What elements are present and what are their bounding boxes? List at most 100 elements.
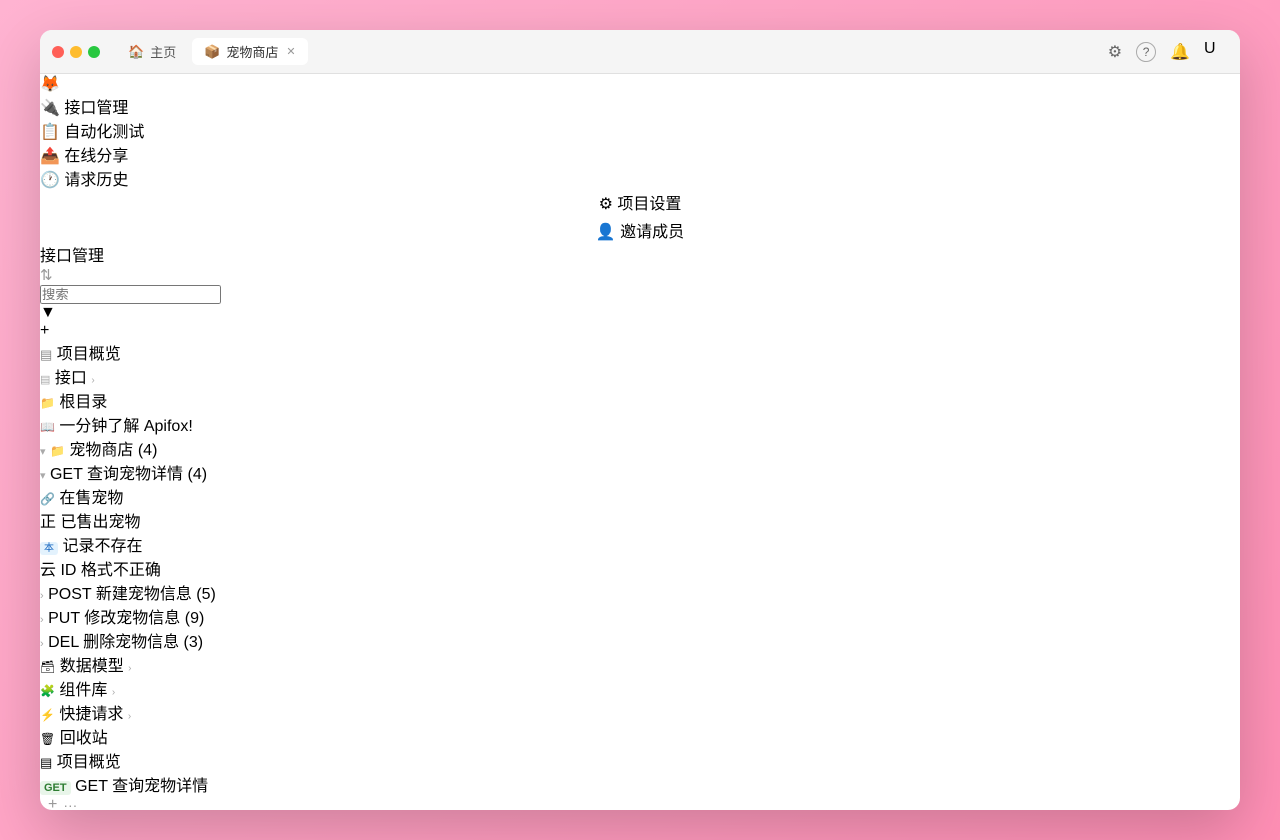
file-sidebar-header: 接口管理 ⇅ (40, 242, 1240, 285)
sidebar-item-auto-test-label: 自动化测试 (64, 124, 144, 141)
put-expand-icon: › (40, 614, 44, 626)
settings-sidebar-icon: ⚙ (599, 196, 613, 213)
interface-icon: ▤ (40, 374, 50, 386)
sort-icon[interactable]: ⇅ (40, 267, 53, 284)
home-icon: 🏠 (128, 44, 144, 60)
titlebar-actions: ⚙ ? 🔔 U (1108, 40, 1228, 64)
sidebar-item-auto-test[interactable]: 📋 自动化测试 (40, 118, 1240, 142)
doc-icon: 📖 (40, 420, 55, 434)
icon-sidebar: 🦊 🔌 接口管理 📋 自动化测试 📤 在线分享 🕐 请求历史 ⚙ 项目设置 (40, 74, 1240, 242)
sidebar-item-invite[interactable]: 👤 邀请成员 (596, 218, 684, 242)
component-icon: 🧩 (40, 684, 55, 698)
tab-project-overview[interactable]: ▤ 项目概览 (40, 748, 1240, 772)
file-sidebar-title: 接口管理 (40, 248, 104, 265)
tree-item-pet-shop[interactable]: ▾ 📁 宠物商店 (4) (40, 436, 1240, 460)
get-tab-icon: GET (40, 781, 71, 795)
overview-icon: ▤ (40, 347, 52, 362)
tab-close-icon[interactable]: ✕ (286, 45, 295, 58)
post-method-badge: POST (48, 586, 91, 603)
sidebar-item-online-share-label: 在线分享 (64, 148, 128, 165)
more-tabs-icon[interactable]: ··· (63, 797, 77, 810)
del-expand-icon: › (40, 638, 44, 650)
maximize-button[interactable] (88, 46, 100, 58)
get-item-expand-icon: ▾ (40, 470, 46, 482)
tree-item-del-pet[interactable]: › DEL 删除宠物信息 (3) (40, 628, 1240, 652)
main-content: ▤ 项目概览 GET GET 查询宠物详情 + ··· ☁ 云端 Mock ▾ (40, 748, 1240, 810)
search-input[interactable] (40, 285, 221, 304)
sidebar-item-settings-label: 项目设置 (617, 196, 681, 213)
notexist-badge: 本 (40, 542, 58, 555)
tab-home-label: 主页 (150, 42, 176, 61)
close-button[interactable] (52, 46, 64, 58)
sidebar-item-settings[interactable]: ⚙ 项目设置 (599, 190, 682, 214)
minimize-button[interactable] (70, 46, 82, 58)
get-method-badge: GET (50, 466, 83, 483)
sidebar-item-invite-label: 邀请成员 (620, 224, 684, 241)
chevron-right-icon: › (91, 375, 94, 386)
tree-item-overview[interactable]: ▤ 项目概览 (40, 340, 1240, 364)
folder-icon-2: 📁 (50, 444, 65, 458)
history-icon: 🕐 (40, 172, 60, 189)
auto-test-icon: 📋 (40, 124, 60, 141)
petshop-icon: 📦 (204, 44, 220, 60)
project-overview-tab-label: 项目概览 (57, 754, 121, 771)
add-tab-icon[interactable]: + (48, 796, 57, 810)
avatar[interactable]: U (1204, 40, 1228, 64)
folder-icon: 📁 (40, 396, 55, 410)
sidebar-item-history-label: 请求历史 (64, 172, 128, 189)
tree-item-apifox-intro[interactable]: 📖 一分钟了解 Apifox! (40, 412, 1240, 436)
folder-open-icon: ▾ (40, 446, 46, 458)
sidebar-item-history[interactable]: 🕐 请求历史 (40, 166, 1240, 190)
file-sidebar: 接口管理 ⇅ ▼ + ▤ 项目概览 ▤ 接口 › (40, 242, 1240, 748)
titlebar: 🏠 主页 📦 宠物商店 ✕ ⚙ ? 🔔 U (40, 30, 1240, 74)
tree-item-root-dir[interactable]: 📁 根目录 (40, 388, 1240, 412)
get-tab-label: GET 查询宠物详情 (75, 778, 208, 795)
api-mgmt-icon: 🔌 (40, 100, 60, 117)
tree-item-pet-sale[interactable]: 🔗 在售宠物 (40, 484, 1240, 508)
tab-home[interactable]: 🏠 主页 (116, 38, 188, 65)
tree-item-component-lib[interactable]: 🧩 组件库 › (40, 676, 1240, 700)
sold-badge: 正 (40, 514, 56, 531)
tree-item-put-pet[interactable]: › PUT 修改宠物信息 (9) (40, 604, 1240, 628)
sidebar-item-api-mgmt-label: 接口管理 (64, 100, 128, 117)
sidebar-item-api-mgmt[interactable]: 🔌 接口管理 (40, 94, 1240, 118)
app-logo: 🦊 (40, 74, 1240, 94)
tab-get-pet-detail[interactable]: GET GET 查询宠物详情 (40, 772, 1240, 796)
invite-icon: 👤 (596, 224, 616, 241)
top-nav: ▤ 项目概览 GET GET 查询宠物详情 + ··· ☁ 云端 Mock ▾ (40, 748, 1240, 810)
tree-item-pet-invalid[interactable]: 云 ID 格式不正确 (40, 556, 1240, 580)
filter-button[interactable]: ▼ (40, 304, 1240, 322)
online-share-icon: 📤 (40, 148, 60, 165)
chevron-right-icon-2: › (128, 663, 131, 674)
tree-item-interface[interactable]: ▤ 接口 › (40, 364, 1240, 388)
project-overview-tab-icon: ▤ (40, 755, 52, 770)
cloud-badge: 云 (40, 562, 56, 579)
tree-item-data-model[interactable]: 🗃 数据模型 › (40, 652, 1240, 676)
bell-icon[interactable]: 🔔 (1170, 42, 1190, 62)
trash-icon: 🗑 (40, 732, 55, 746)
chevron-right-icon-3: › (112, 687, 115, 698)
tab-petshop[interactable]: 📦 宠物商店 ✕ (192, 38, 307, 65)
chevron-right-icon-4: › (128, 711, 131, 722)
quick-req-icon: ⚡ (40, 708, 55, 722)
post-expand-icon: › (40, 590, 44, 602)
link-icon: 🔗 (40, 492, 55, 506)
data-model-icon: 🗃 (40, 660, 55, 674)
tree-item-get-pet[interactable]: ▾ GET 查询宠物详情 (4) (40, 460, 1240, 484)
tree-item-pet-notexist[interactable]: 本 记录不存在 (40, 532, 1240, 556)
help-icon[interactable]: ? (1136, 42, 1156, 62)
sidebar-item-online-share[interactable]: 📤 在线分享 (40, 142, 1240, 166)
tree-item-quick-req[interactable]: ⚡ 快捷请求 › (40, 700, 1240, 724)
put-method-badge: PUT (48, 610, 80, 627)
settings-icon[interactable]: ⚙ (1108, 42, 1122, 62)
window-tabs: 🏠 主页 📦 宠物商店 ✕ (116, 38, 1100, 65)
search-bar: ▼ + (40, 285, 1240, 340)
tab-petshop-label: 宠物商店 (226, 42, 278, 61)
tree-item-pet-sold[interactable]: 正 已售出宠物 (40, 508, 1240, 532)
header-icons: ⇅ (40, 266, 1240, 285)
traffic-lights (52, 46, 100, 58)
tree-item-post-pet[interactable]: › POST 新建宠物信息 (5) (40, 580, 1240, 604)
del-method-badge: DEL (48, 634, 79, 651)
tree-item-trash[interactable]: 🗑 回收站 (40, 724, 1240, 748)
add-button[interactable]: + (40, 322, 1240, 340)
